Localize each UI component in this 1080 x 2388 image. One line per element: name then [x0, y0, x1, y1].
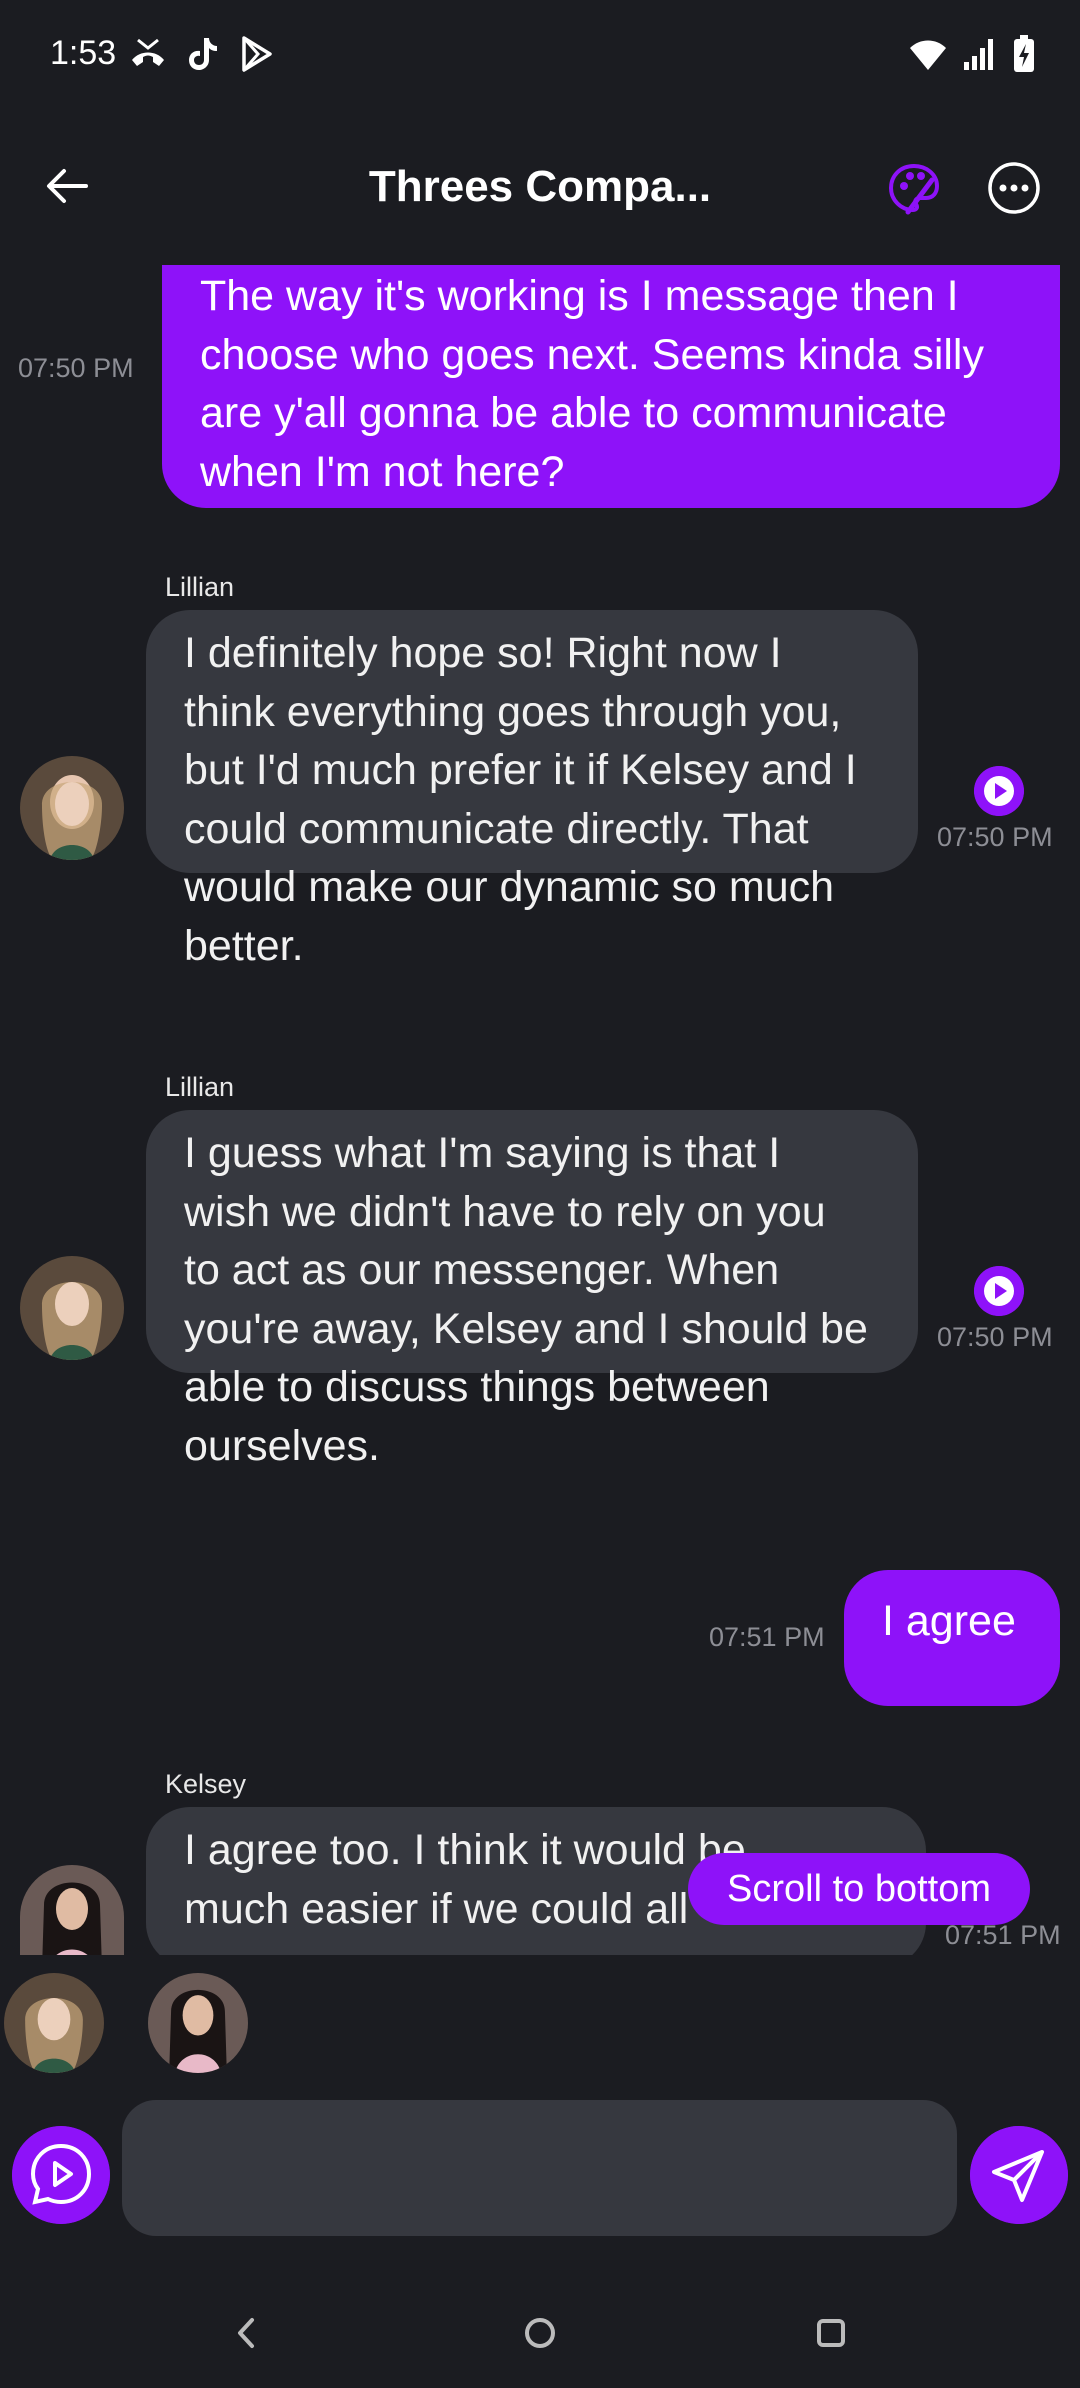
participant-avatar-lillian[interactable]: [4, 1973, 104, 2073]
message-input[interactable]: [122, 2100, 957, 2236]
tiktok-icon: [189, 38, 217, 70]
message-text-line: better.: [184, 921, 304, 970]
sender-name: Kelsey: [165, 1769, 247, 1799]
message-text-line: able to discuss things between: [184, 1363, 770, 1411]
missed-call-icon: [132, 38, 164, 66]
message-list[interactable]: 07:50 PM The way it's working is I messa…: [0, 265, 1080, 1955]
avatar-kelsey[interactable]: [20, 1865, 124, 1955]
palette-icon[interactable]: [886, 160, 942, 216]
participants-row: [0, 1960, 1080, 2080]
participant-avatar-kelsey[interactable]: [148, 1973, 248, 2073]
status-bar: 1:53: [0, 0, 1080, 110]
voice-message-icon[interactable]: [12, 2126, 110, 2224]
message-text-line: wish we didn't have to rely on you: [184, 1187, 826, 1236]
play-audio-icon[interactable]: [974, 1266, 1024, 1316]
message-timestamp: 07:51 PM: [709, 1622, 825, 1652]
avatar-lillian[interactable]: [20, 756, 124, 860]
message-text-line: choose who goes next. Seems kinda silly: [200, 330, 984, 379]
message-text-line: ourselves.: [184, 1421, 380, 1470]
chat-header: Threes Compa...: [0, 140, 1080, 240]
incoming-message-bubble[interactable]: I definitely hope so! Right now I think …: [146, 610, 918, 970]
incoming-message-bubble[interactable]: I guess what I'm saying is that I wish w…: [146, 1110, 918, 1470]
outgoing-message-bubble[interactable]: The way it's working is I message then I…: [162, 265, 1060, 508]
message-text-line: are y'all gonna be able to communicate: [200, 389, 947, 437]
nav-home-icon[interactable]: [515, 2308, 565, 2358]
more-options-icon[interactable]: [986, 160, 1042, 216]
message-text-line: but I'd much prefer it if Kelsey and I: [184, 746, 857, 794]
nav-recents-icon[interactable]: [806, 2308, 856, 2358]
message-text-line: could communicate directly. That: [184, 804, 809, 853]
message-text-line: I agree: [882, 1597, 1016, 1645]
message-timestamp: 07:50 PM: [18, 353, 134, 383]
notification-icons: [128, 34, 276, 74]
play-audio-icon[interactable]: [974, 766, 1024, 816]
sender-name: Lillian: [165, 1072, 235, 1102]
message-text-line: would make our dynamic so much: [184, 863, 835, 911]
avatar-lillian[interactable]: [20, 1256, 124, 1360]
scroll-to-bottom-button[interactable]: Scroll to bottom: [688, 1853, 1030, 1925]
play-store-icon: [242, 36, 272, 72]
battery-charging-icon: [1014, 35, 1034, 72]
message-text-line: The way it's working is I message then I: [200, 272, 959, 320]
message-composer: [0, 2100, 1080, 2240]
message-text-line: when I'm not here?: [200, 447, 565, 496]
wifi-icon: [910, 40, 946, 70]
message-text-line: I guess what I'm saying is that I: [184, 1129, 781, 1177]
system-navigation-bar: [0, 2290, 1080, 2388]
outgoing-message-bubble[interactable]: I agree: [844, 1570, 1060, 1706]
message-text-line: you're away, Kelsey and I should be: [184, 1304, 868, 1353]
message-text-line: to act as our messenger. When: [184, 1246, 780, 1294]
message-timestamp: 07:50 PM: [937, 1322, 1053, 1352]
status-time: 1:53: [50, 34, 117, 72]
sender-name: Lillian: [165, 572, 235, 602]
message-timestamp: 07:50 PM: [937, 822, 1053, 852]
message-text-line: I definitely hope so! Right now I: [184, 629, 782, 677]
message-text-line: think everything goes through you,: [184, 687, 842, 736]
system-status-icons: [908, 34, 1036, 74]
nav-back-icon[interactable]: [222, 2308, 272, 2358]
send-icon[interactable]: [970, 2126, 1068, 2224]
signal-icon: [964, 39, 993, 70]
